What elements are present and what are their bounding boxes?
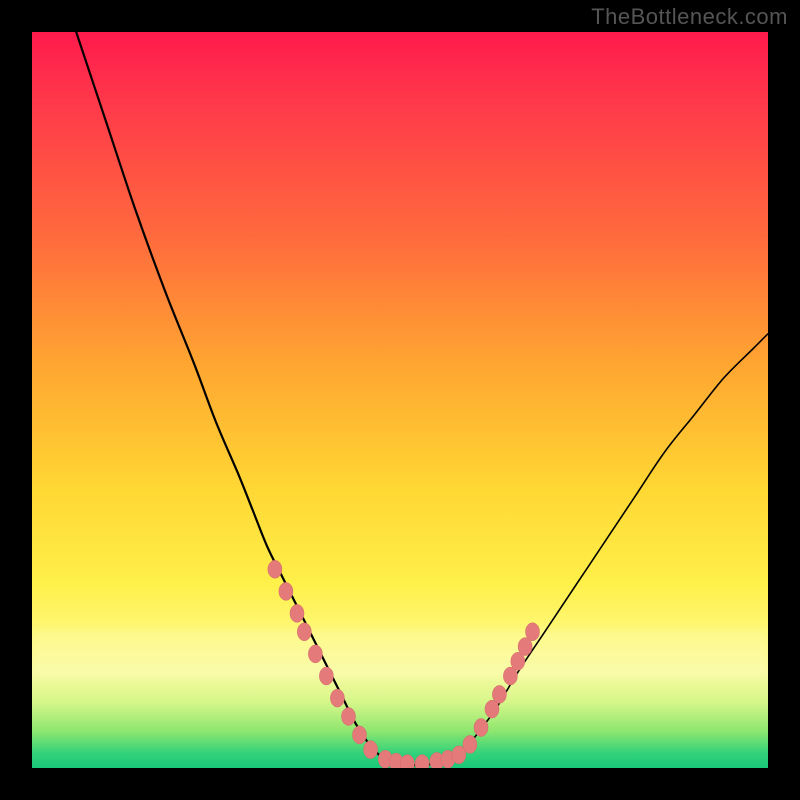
bead-marker [268,560,282,578]
bead-marker [364,741,378,759]
watermark-text: TheBottleneck.com [591,4,788,30]
bead-marker [308,645,322,663]
bead-marker [353,726,367,744]
chart-frame: TheBottleneck.com [0,0,800,800]
bead-marker [415,755,429,768]
bead-marker [290,604,304,622]
bead-marker [463,735,477,753]
bead-marker [319,667,333,685]
curve-layer [32,32,768,768]
bead-marker [342,708,356,726]
left-curve-path [76,32,385,761]
bead-marker [400,755,414,768]
bead-marker [330,689,344,707]
bead-marker [279,582,293,600]
plot-area [32,32,768,768]
bead-marker [474,719,488,737]
bead-marker [492,685,506,703]
bead-markers [268,560,540,768]
bead-marker [526,623,540,641]
bead-marker [297,623,311,641]
